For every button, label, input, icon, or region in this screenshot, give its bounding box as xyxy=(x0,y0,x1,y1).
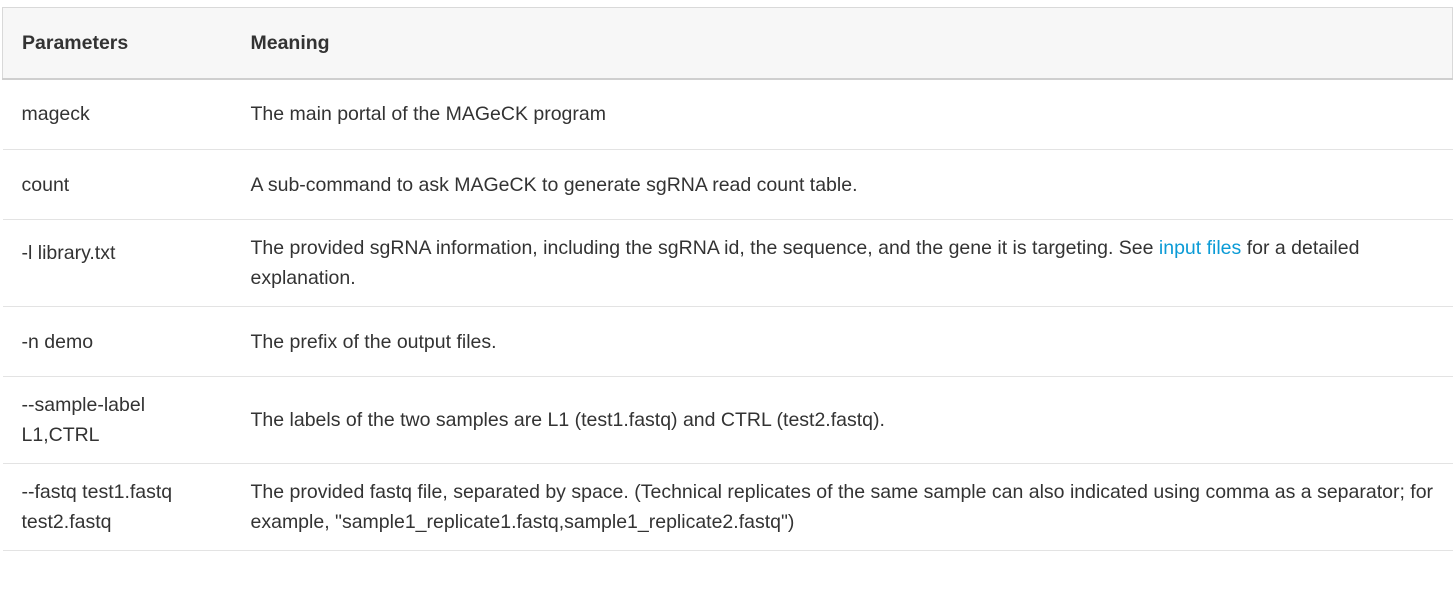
meaning-cell: The provided sgRNA information, includin… xyxy=(232,219,1453,307)
table-row: --fastq test1.fastq test2.fastq The provi… xyxy=(2,463,1453,551)
table-header: Parameters Meaning xyxy=(2,7,1453,80)
param-line-2: L1,CTRL xyxy=(21,424,100,446)
param-cell: --fastq test1.fastq test2.fastq xyxy=(2,463,233,551)
table-body: mageck The main portal of the MAGeCK pro… xyxy=(2,78,1453,551)
header-parameters: Parameters xyxy=(2,7,233,80)
param-line-1: --sample-label xyxy=(21,394,146,416)
header-meaning: Meaning xyxy=(232,7,1453,80)
input-files-link[interactable]: input files xyxy=(1159,237,1241,259)
param-cell: --sample-label L1,CTRL xyxy=(2,376,233,464)
param-cell: -n demo xyxy=(2,306,233,377)
param-cell: count xyxy=(2,149,233,220)
param-cell: -l library.txt xyxy=(2,219,233,307)
param-line-1: --fastq test1.fastq xyxy=(21,481,173,503)
header-row: Parameters Meaning xyxy=(2,7,1453,80)
param-line-2: test2.fastq xyxy=(21,511,112,533)
meaning-cell: The labels of the two samples are L1 (te… xyxy=(232,376,1453,464)
param-cell: mageck xyxy=(2,78,233,150)
meaning-cell: The main portal of the MAGeCK program xyxy=(232,78,1453,150)
meaning-cell: The provided fastq file, separated by sp… xyxy=(232,463,1453,551)
table-row: -n demo The prefix of the output files. xyxy=(2,306,1453,377)
meaning-text-before-link: The provided sgRNA information, includin… xyxy=(250,237,1159,259)
table-row: --sample-label L1,CTRL The labels of the … xyxy=(2,376,1453,464)
parameters-table-container: Parameters Meaning mageck The main porta… xyxy=(2,7,1453,551)
table-row: count A sub-command to ask MAGeCK to gen… xyxy=(2,149,1453,220)
meaning-cell: The prefix of the output files. xyxy=(232,306,1453,377)
table-row: mageck The main portal of the MAGeCK pro… xyxy=(2,78,1453,150)
parameters-table: Parameters Meaning mageck The main porta… xyxy=(2,7,1453,551)
table-row: -l library.txt The provided sgRNA inform… xyxy=(2,219,1453,307)
meaning-cell: A sub-command to ask MAGeCK to generate … xyxy=(232,149,1453,220)
